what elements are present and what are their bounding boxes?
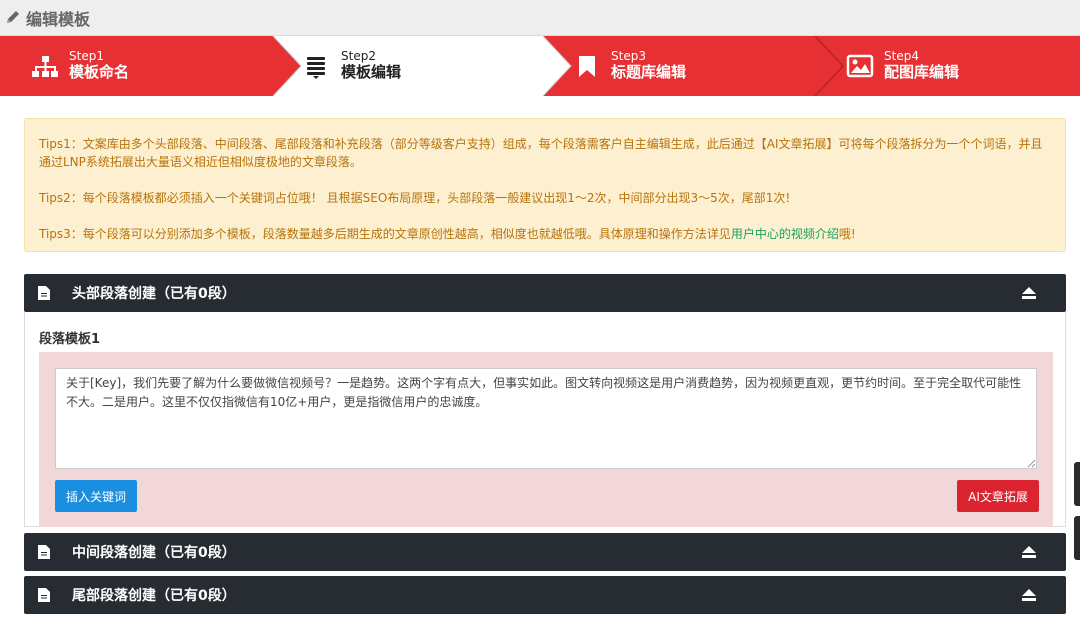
document-icon — [38, 545, 50, 559]
eject-icon[interactable] — [1022, 546, 1036, 558]
sitemap-icon — [32, 56, 58, 77]
step-number: Step1 — [69, 49, 104, 64]
step-name: 配图库编辑 — [884, 63, 960, 82]
step-name: 模板编辑 — [341, 63, 402, 82]
page-title: 编辑模板 — [26, 9, 91, 29]
tip-2: Tips2：每个段落模板都必须插入一个关键词占位哦！ 且根据SEO布局原理，头部… — [39, 191, 791, 205]
step-2[interactable]: Step2 模板编辑 — [303, 36, 401, 96]
head-section-header[interactable]: 头部段落创建（已有0段） — [24, 274, 1066, 312]
step-name: 模板命名 — [69, 63, 130, 82]
tip-1: Tips1：文案库由多个头部段落、中间段落、尾部段落和补充段落（部分等级客户支持… — [39, 137, 1043, 169]
document-icon — [38, 286, 50, 300]
bookmark-icon — [579, 56, 595, 77]
head-section-panel: 段落模板1 关于[Key]，我们先要了解为什么要做微信视频号？一是趋势。这两个字… — [24, 312, 1066, 527]
tip-3: Tips3：每个段落可以分别添加多个模板，段落数量越多后期生成的文章原创性越高，… — [39, 225, 1051, 243]
step-number: Step2 — [341, 49, 376, 64]
pencil-icon — [7, 10, 19, 23]
eject-icon[interactable] — [1022, 589, 1036, 601]
document-icon — [38, 588, 50, 602]
step-1[interactable]: Step1 模板命名 — [31, 36, 129, 96]
resize-grip-icon[interactable] — [1026, 458, 1036, 468]
floating-side-tab[interactable] — [1074, 462, 1080, 506]
tips-box: Tips1：文案库由多个头部段落、中间段落、尾部段落和补充段落（部分等级客户支持… — [24, 118, 1066, 252]
template-editor: 关于[Key]，我们先要了解为什么要做微信视频号？一是趋势。这两个字有点大，但事… — [39, 352, 1053, 527]
tip-3-text: Tips3：每个段落可以分别添加多个模板，段落数量越多后期生成的文章原创性越高，… — [39, 227, 731, 241]
step-wizard: Step1 模板命名 Step2 模板编辑 Step3 标题库编辑 Step4 … — [0, 36, 1080, 96]
step-number: Step3 — [611, 49, 646, 64]
step-name: 标题库编辑 — [611, 63, 687, 82]
step-4[interactable]: Step4 配图库编辑 — [846, 36, 959, 96]
insert-keyword-button[interactable]: 插入关键词 — [55, 480, 137, 512]
template-textarea[interactable]: 关于[Key]，我们先要了解为什么要做微信视频号？一是趋势。这两个字有点大，但事… — [55, 368, 1037, 469]
page-header: 编辑模板 — [0, 0, 1080, 36]
template-title: 段落模板1 — [39, 332, 101, 347]
ai-expand-button[interactable]: AI文章拓展 — [957, 480, 1039, 512]
step-3[interactable]: Step3 标题库编辑 — [573, 36, 686, 96]
floating-side-tab[interactable] — [1074, 516, 1080, 560]
tail-section-title: 尾部段落创建（已有0段） — [72, 588, 236, 604]
list-icon — [307, 57, 325, 79]
eject-icon[interactable] — [1022, 287, 1036, 299]
head-section-title: 头部段落创建（已有0段） — [72, 286, 236, 302]
tail-section-header[interactable]: 尾部段落创建（已有0段） — [24, 576, 1066, 614]
middle-section-header[interactable]: 中间段落创建（已有0段） — [24, 533, 1066, 571]
tip-3-suffix: 哦! — [838, 227, 856, 241]
video-intro-link[interactable]: 用户中心的视频介绍 — [731, 227, 839, 241]
step-number: Step4 — [884, 49, 919, 64]
middle-section-title: 中间段落创建（已有0段） — [72, 545, 236, 561]
image-icon — [846, 54, 874, 78]
